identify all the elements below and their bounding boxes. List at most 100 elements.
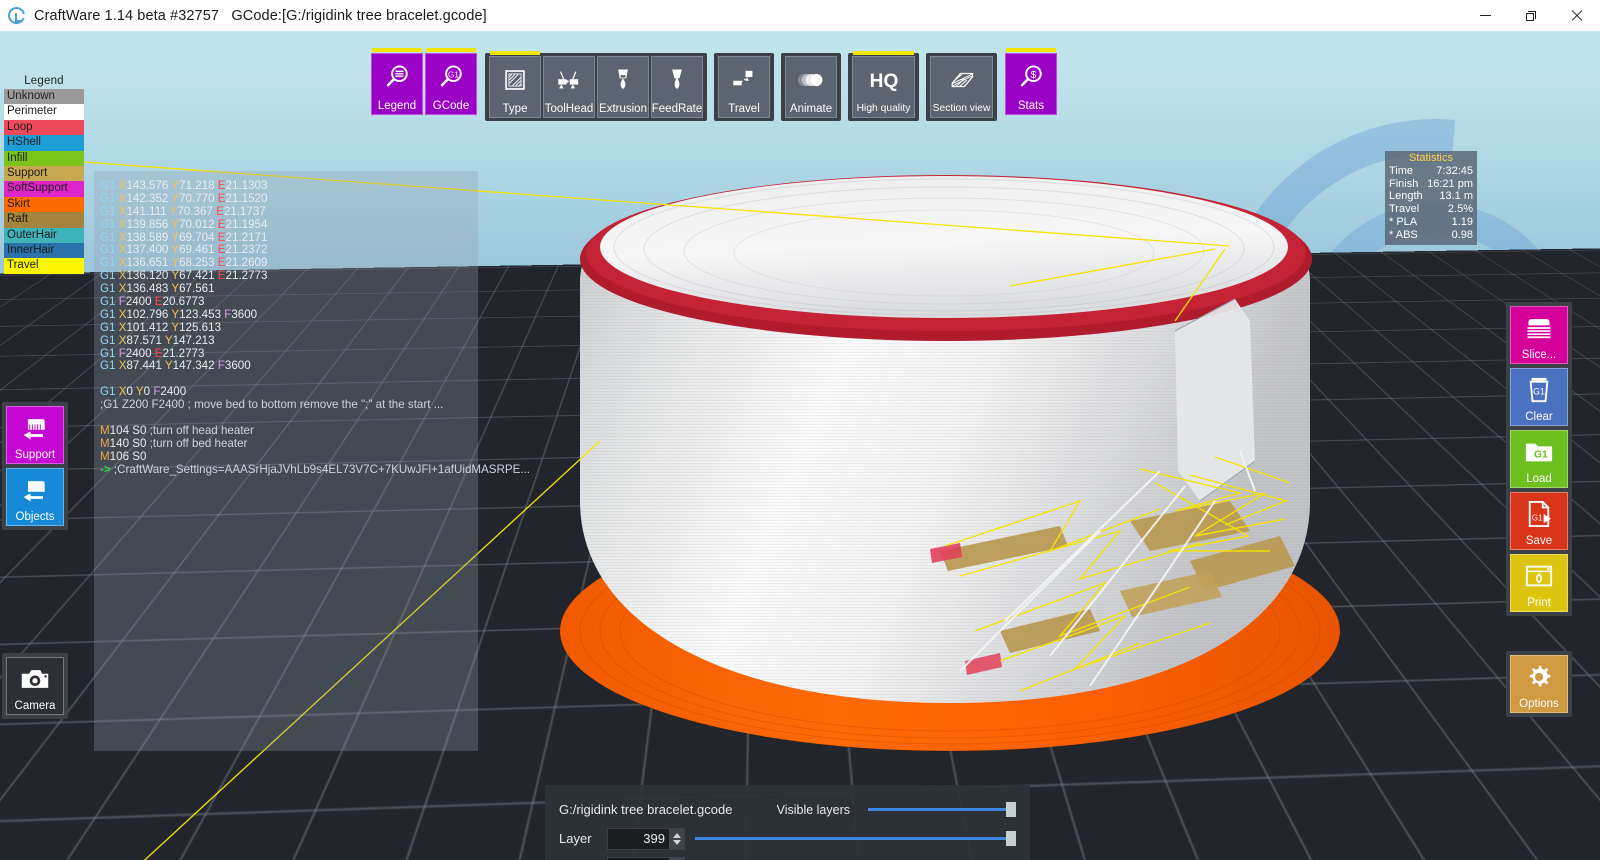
- gcode-line: M140 S0 ;turn off bed heater: [100, 437, 478, 451]
- gcode-token: E: [151, 295, 163, 309]
- line-stepper[interactable]: [607, 856, 685, 860]
- layer-stepper[interactable]: [607, 827, 685, 850]
- objects-arrow-icon: [20, 469, 50, 511]
- gcode-token: ;turn off head heater: [146, 423, 254, 437]
- gcode-token: Y: [161, 333, 173, 347]
- legend-item-innerhair[interactable]: InnerHair: [4, 242, 84, 259]
- gcode-token: 67.421: [179, 269, 215, 283]
- gcode-token: Y: [168, 320, 180, 334]
- gcode-filename: G:/rigidink tree bracelet.gcode: [559, 802, 733, 817]
- gear-icon: [1525, 656, 1553, 698]
- right-button-column: Slice... G1 Clear G1 Load G1 Save Print: [1506, 302, 1572, 616]
- maximize-button[interactable]: [1508, 0, 1554, 31]
- gcode-token: 101.412: [126, 320, 169, 334]
- objects-button-label: Objects: [15, 511, 55, 523]
- travel-button[interactable]: Travel: [718, 56, 770, 118]
- statistics-panel: Statistics Time 7:32:45 Finish 16:21 pm Leng…: [1385, 151, 1477, 245]
- gcode-token: E: [214, 269, 226, 283]
- gcode-token: 136.651: [126, 256, 169, 270]
- legend-item-outerhair[interactable]: OuterHair: [4, 227, 84, 243]
- legend-item-softsupport[interactable]: SoftSupport: [4, 181, 84, 197]
- objects-button[interactable]: Objects: [6, 468, 64, 526]
- statistics-row: * PLA 1.19: [1389, 216, 1473, 229]
- gcode-token: Y: [168, 217, 180, 231]
- high-quality-button[interactable]: HQ High quality: [852, 51, 915, 118]
- gcode-token: F: [150, 385, 161, 399]
- legend-item-perimeter[interactable]: Perimeter: [4, 104, 84, 120]
- gcode-token: 3600: [224, 359, 251, 373]
- gcode-line: ;G1 Z200 F2400 ; move bed to bottom remo…: [100, 398, 478, 412]
- gcode-token: 2400: [160, 385, 187, 399]
- gcode-token: 21.2773: [162, 346, 205, 360]
- camera-button[interactable]: Camera: [6, 657, 64, 715]
- gcode-token: X: [115, 282, 127, 296]
- visible-layers-thumb[interactable]: [1006, 802, 1016, 817]
- gcode-token: ->: [100, 462, 114, 476]
- statistics-value: 0.98: [1451, 228, 1473, 241]
- layer-slider[interactable]: [695, 829, 1016, 849]
- gcode-token: 136.120: [126, 269, 169, 283]
- close-button[interactable]: [1554, 0, 1600, 31]
- active-indicator: [853, 51, 914, 55]
- layer-input[interactable]: [608, 831, 668, 846]
- legend-item-support[interactable]: Support: [4, 165, 84, 182]
- gcode-token: 21.1520: [225, 191, 268, 205]
- toolhead-button[interactable]: ToolHead: [543, 56, 595, 118]
- gcode-token: 2400: [125, 346, 152, 360]
- layer-slider-thumb[interactable]: [1006, 831, 1016, 846]
- gcode-text-panel[interactable]: G1 X143.576 Y71.218 E21.1303 G1 X142.352 …: [94, 171, 530, 751]
- print-button[interactable]: Print: [1510, 554, 1568, 612]
- legend-item-unknown[interactable]: Unknown: [4, 89, 84, 105]
- statistics-key: Time: [1389, 164, 1414, 177]
- legend-item-loop[interactable]: Loop: [4, 119, 84, 136]
- legend-item-raft[interactable]: Raft: [4, 212, 84, 228]
- legend-item-skirt[interactable]: Skirt: [4, 196, 84, 213]
- save-button-label: Save: [1525, 535, 1553, 547]
- print-flame-icon: [1524, 555, 1554, 597]
- legend-item-infill[interactable]: Infill: [4, 150, 84, 166]
- layer-stepper-arrows[interactable]: [669, 828, 684, 849]
- save-button[interactable]: G1 Save: [1510, 492, 1568, 550]
- 3d-viewport[interactable]: Legend Unknown Perimeter Loop HShell Infill S…: [0, 31, 1600, 860]
- gcode-token: G1: [100, 333, 116, 347]
- gcode-token: 141.111: [126, 204, 167, 218]
- statistics-title: Statistics: [1408, 152, 1453, 164]
- gcode-token: X: [115, 359, 127, 373]
- gcode-token: 21.2372: [225, 243, 268, 257]
- minimize-button[interactable]: [1462, 0, 1508, 31]
- statistics-key: Travel: [1389, 203, 1420, 216]
- statistics-key: * ABS: [1389, 228, 1418, 241]
- extrusion-button[interactable]: Extrusion: [597, 56, 649, 118]
- svg-text:G1: G1: [448, 70, 459, 79]
- stats-button[interactable]: $ Stats: [1005, 48, 1057, 115]
- animate-button[interactable]: Animate: [785, 56, 837, 118]
- gcode-token: G1: [100, 243, 116, 257]
- gcode-token: G1: [100, 256, 116, 270]
- gcode-token: G1: [100, 230, 116, 244]
- gcode-token: 69.704: [179, 230, 215, 244]
- legend-item-travel[interactable]: Travel: [4, 258, 84, 274]
- feedrate-button[interactable]: FeedRate: [651, 56, 703, 118]
- section-view-button[interactable]: Section view: [930, 56, 993, 118]
- trash-g1-icon: G1: [1526, 369, 1552, 411]
- gcode-token: G1: [100, 191, 116, 205]
- legend-button[interactable]: Legend: [371, 48, 423, 115]
- toolbar-group-view-modes: Legend G1 GCode: [370, 48, 478, 115]
- load-button[interactable]: G1 Load: [1510, 430, 1568, 488]
- type-button[interactable]: Type: [489, 51, 541, 118]
- folder-g1-icon: G1: [1524, 431, 1554, 473]
- visible-layers-slider[interactable]: [868, 800, 1016, 820]
- gcode-token: Y: [168, 230, 180, 244]
- clear-button-label: Clear: [1525, 411, 1553, 423]
- gcode-token: Y: [132, 385, 144, 399]
- slice-button[interactable]: Slice...: [1510, 306, 1568, 364]
- hatched-square-icon: [490, 57, 540, 103]
- legend-item-hshell[interactable]: HShell: [4, 135, 84, 151]
- legend-button-label: Legend: [377, 100, 417, 112]
- gcode-button[interactable]: G1 GCode: [425, 48, 477, 115]
- support-button[interactable]: Support: [6, 406, 64, 464]
- gcode-token: X: [115, 191, 127, 205]
- clear-button[interactable]: G1 Clear: [1510, 368, 1568, 426]
- minimize-icon: [1479, 15, 1491, 16]
- options-button[interactable]: Options: [1510, 655, 1568, 713]
